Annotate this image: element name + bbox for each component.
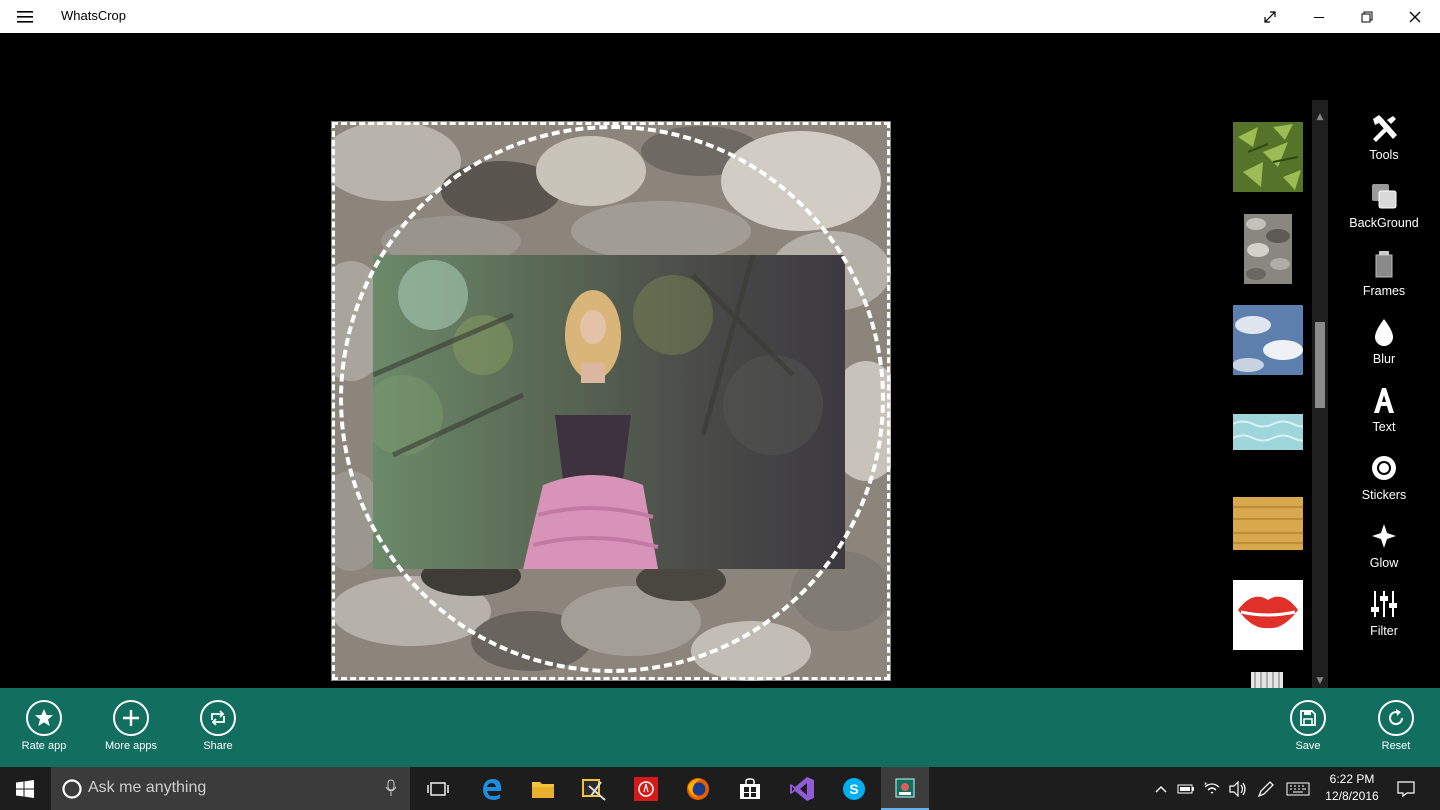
tool-label: BackGround [1349,216,1419,230]
background-thumb-pebbles[interactable] [1244,214,1292,284]
svg-text:S: S [849,781,858,797]
more-apps-label: More apps [105,740,157,752]
sparkle-icon [1368,520,1400,552]
background-thumb-lips[interactable] [1233,580,1303,650]
plus-icon [113,700,149,736]
tool-label: Frames [1362,284,1406,298]
restore-icon[interactable] [1344,0,1390,33]
sticker-icon [1368,452,1400,484]
reset-icon [1378,700,1414,736]
bottom-app-bar: Rate app More apps Share Save Reset [0,688,1440,767]
more-apps-button[interactable]: More apps [91,700,171,760]
edge-browser-icon[interactable] [468,767,516,810]
hammer-wrench-icon [1368,112,1400,144]
cortana-search-box[interactable]: Ask me anything [51,767,410,810]
volume-icon[interactable] [1226,767,1250,810]
save-label: Save [1295,740,1321,752]
background-thumb-wood[interactable] [1233,497,1303,550]
battery-icon[interactable] [1174,767,1198,810]
store-icon[interactable] [726,767,774,810]
star-icon [26,700,62,736]
share-label: Share [203,740,233,752]
svg-text:*: * [1204,781,1208,789]
tool-glow[interactable]: Glow [1342,520,1426,582]
tool-frames[interactable]: Frames [1342,248,1426,310]
action-center-icon[interactable] [1392,767,1420,810]
layers-icon [1368,180,1400,212]
skype-icon[interactable]: S [830,767,878,810]
red-app-icon[interactable] [622,767,670,810]
app-window: WhatsCrop ▲ ▼ Tools BackGround Frames Bl… [0,0,1440,810]
scroll-down-icon[interactable]: ▼ [1312,674,1328,688]
scroll-up-icon[interactable]: ▲ [1312,110,1328,124]
forest-portrait-photo[interactable] [373,255,845,569]
share-button[interactable]: Share [178,700,258,760]
tool-stickers[interactable]: Stickers [1342,452,1426,514]
tool-tools[interactable]: Tools [1342,112,1426,174]
scrollbar-thumb[interactable] [1315,322,1325,408]
sliders-icon [1368,588,1400,620]
reset-button[interactable]: Reset [1356,700,1436,760]
fullscreen-icon[interactable] [1247,0,1293,33]
file-explorer-icon[interactable] [519,767,567,810]
tool-label: Stickers [1361,488,1407,502]
close-icon[interactable] [1392,0,1438,33]
whatscrop-taskbar-icon[interactable] [881,767,929,810]
tools-panel: Tools BackGround Frames Blur Text Sticke… [1342,100,1426,688]
tool-label: Filter [1370,624,1398,638]
windows-taskbar: Ask me anything S * 6:22 PM 12/8/2016 [0,767,1440,810]
tool-text[interactable]: Text [1342,384,1426,446]
save-icon [1290,700,1326,736]
clock-time: 6:22 PM [1329,772,1375,786]
rate-app-button[interactable]: Rate app [4,700,84,760]
task-view-icon[interactable] [414,767,462,810]
search-placeholder: Ask me anything [88,779,207,796]
app-title: WhatsCrop [61,8,127,23]
keyboard-icon[interactable] [1284,767,1312,810]
tool-filter[interactable]: Filter [1342,588,1426,650]
tool-label: Tools [1369,148,1399,162]
tool-label: Blur [1372,352,1396,366]
photo-canvas[interactable] [331,121,891,681]
firefox-icon[interactable] [674,767,722,810]
show-hidden-icons[interactable] [1150,767,1172,810]
tool-label: Glow [1369,556,1399,570]
tools-app-icon[interactable] [570,767,618,810]
background-thumb-leaves[interactable] [1233,122,1303,192]
windows-start-icon[interactable] [0,767,50,810]
save-button[interactable]: Save [1268,700,1348,760]
pen-icon[interactable] [1254,767,1278,810]
tool-blur[interactable]: Blur [1342,316,1426,378]
background-thumb-clouds[interactable] [1233,305,1303,375]
network-icon[interactable]: * [1200,767,1224,810]
drop-icon [1368,316,1400,348]
background-thumb-stripes[interactable] [1251,672,1283,688]
thumbnails-scrollbar[interactable]: ▲ ▼ [1312,100,1328,688]
taskbar-clock[interactable]: 6:22 PM 12/8/2016 [1312,771,1392,805]
minimize-icon[interactable] [1296,0,1342,33]
background-thumb-water[interactable] [1233,414,1303,450]
rate-app-label: Rate app [21,740,67,752]
microphone-icon[interactable] [385,779,397,797]
tool-label: Text [1372,420,1396,434]
share-icon [200,700,236,736]
visual-studio-icon[interactable] [778,767,826,810]
tool-background[interactable]: BackGround [1342,180,1426,242]
cortana-icon [62,779,82,799]
frame-icon [1368,248,1400,280]
reset-label: Reset [1381,740,1411,752]
clock-date: 12/8/2016 [1325,789,1379,803]
hamburger-menu-icon[interactable] [8,4,42,30]
woman-in-forest-image [373,255,845,569]
title-bar: WhatsCrop [0,0,1440,33]
text-a-icon [1368,384,1400,416]
